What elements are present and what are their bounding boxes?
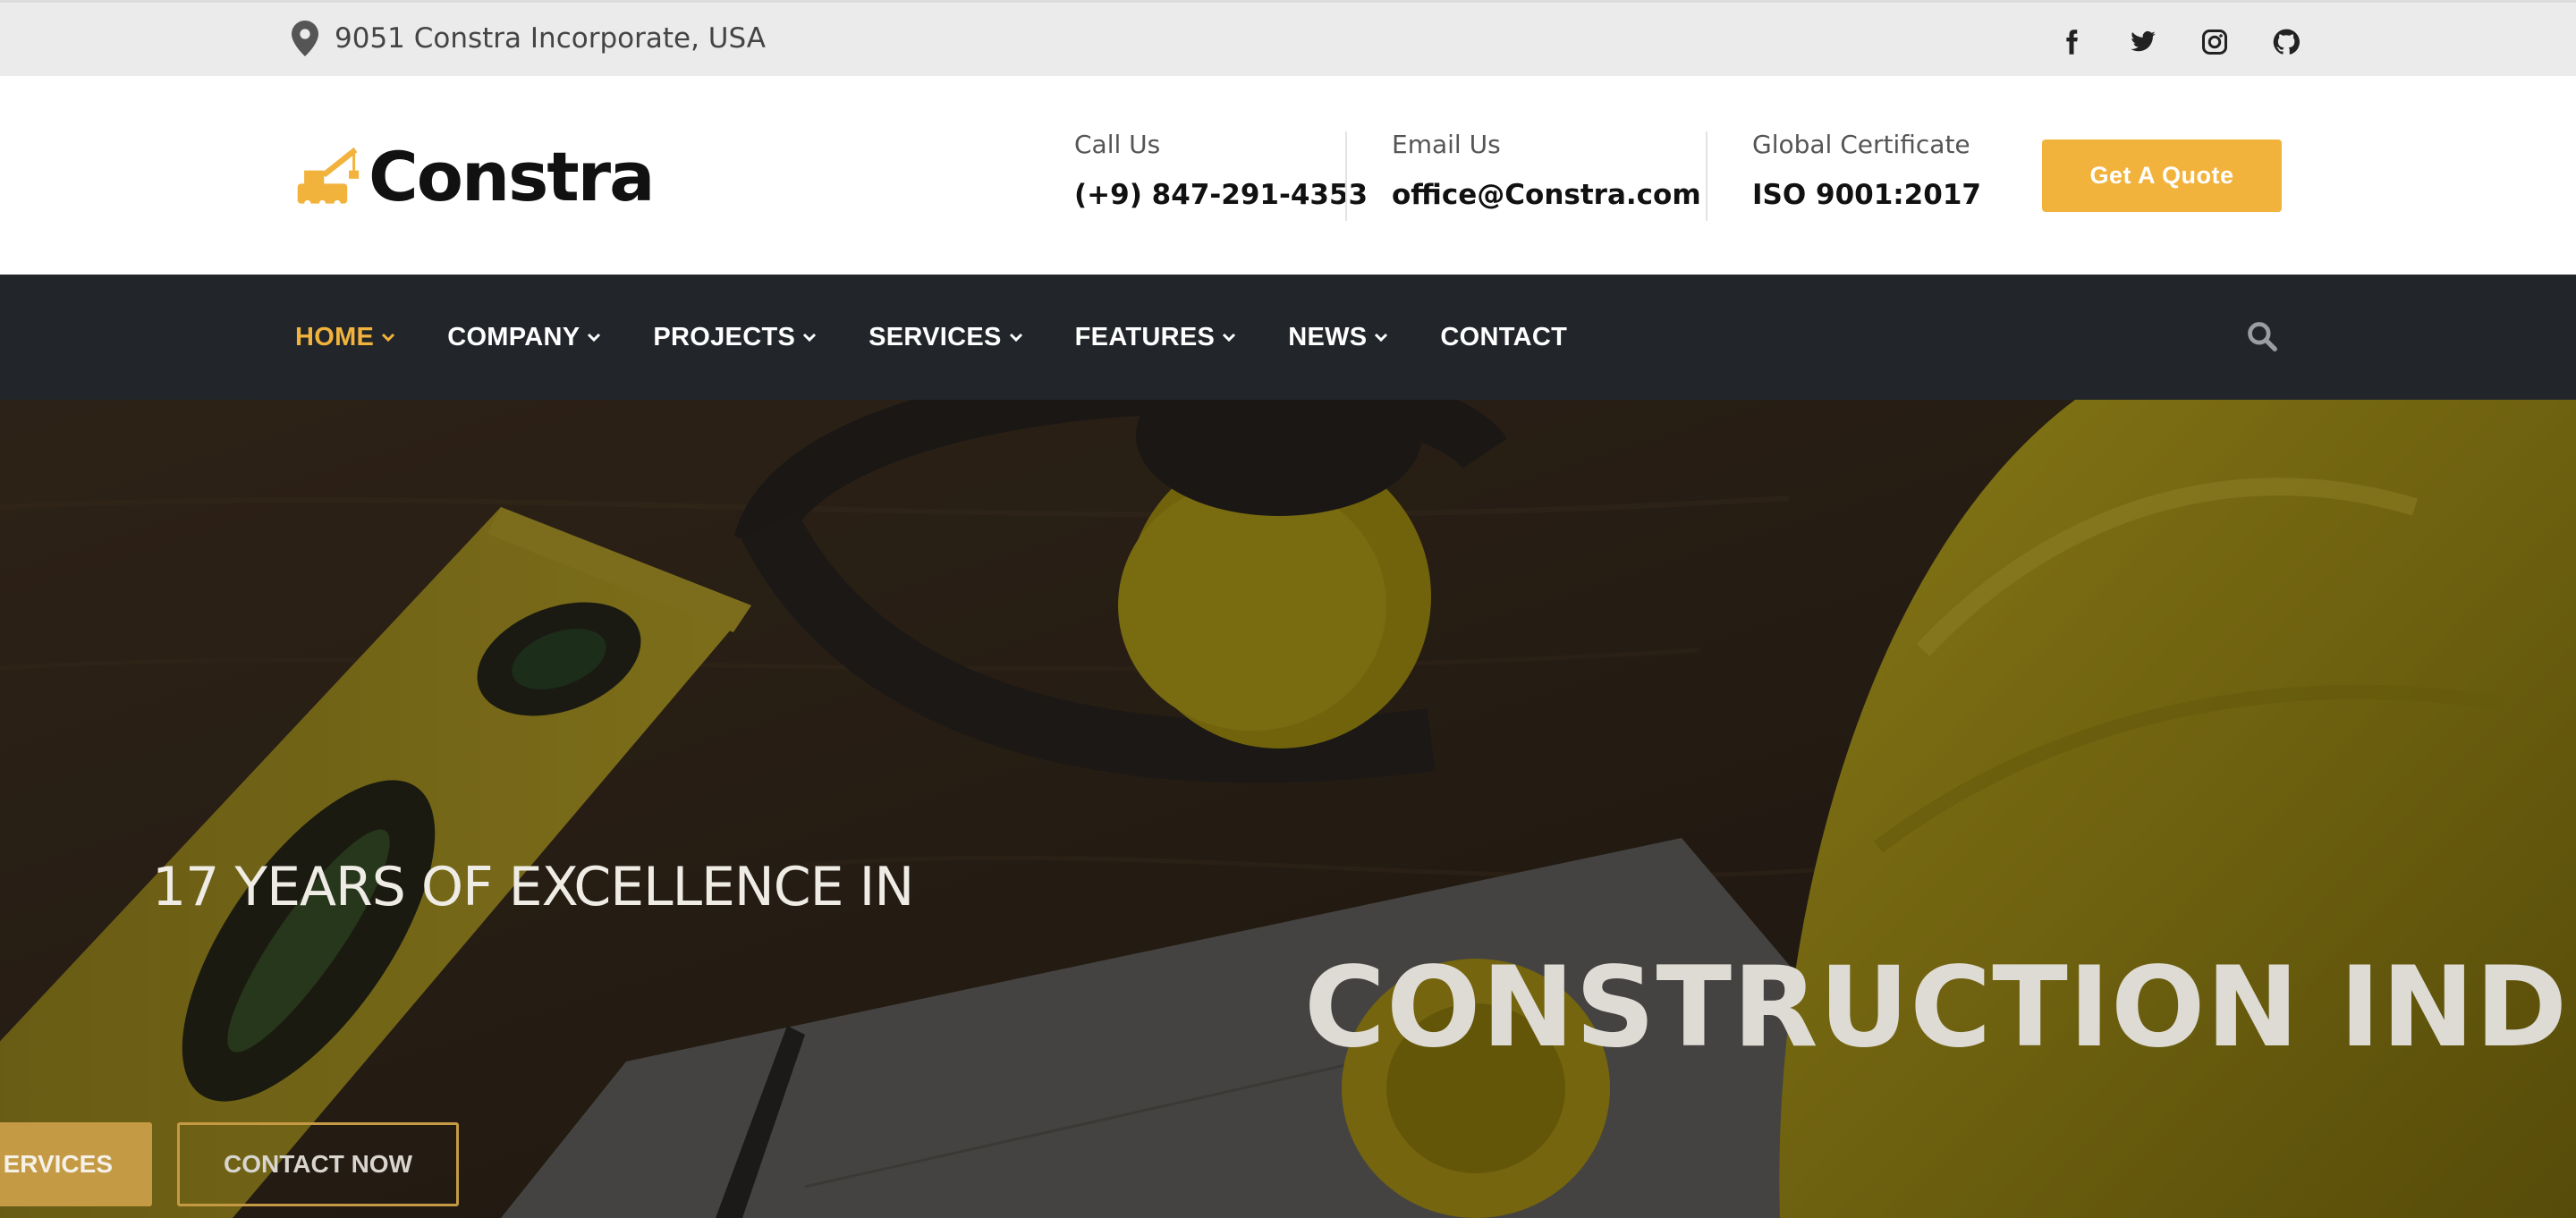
github-link[interactable] (2250, 22, 2322, 62)
site-header: Constra Call Us (+9) 847-291-4353 Email … (0, 76, 2576, 275)
call-us-label: Call Us (1074, 130, 1161, 159)
nav-label: COMPANY (447, 322, 580, 351)
email-us-block: Email Us office@Constra.com (1392, 130, 1701, 219)
our-services-button[interactable]: ERVICES (0, 1122, 152, 1206)
nav-label: FEATURES (1074, 322, 1216, 351)
main-nav: HOME COMPANY PROJECTS SERVICES FEATURES … (0, 275, 2576, 400)
hero-background-image (0, 400, 2576, 1218)
chevron-down-icon (803, 333, 817, 343)
nav-item-services[interactable]: SERVICES (869, 323, 1023, 352)
certificate-block: Global Certificate ISO 9001:2017 (1752, 130, 1981, 219)
instagram-icon (2202, 30, 2227, 55)
site-logo[interactable]: Constra (293, 137, 655, 216)
hero-subtitle: 17 YEARS OF EXCELLENCE IN (152, 856, 914, 918)
logo-text: Constra (369, 137, 655, 216)
chevron-down-icon (1009, 333, 1022, 343)
nav-menu: HOME COMPANY PROJECTS SERVICES FEATURES … (295, 275, 1619, 400)
chevron-down-icon (382, 333, 395, 343)
twitter-icon (2131, 30, 2156, 52)
chevron-down-icon (1223, 333, 1236, 343)
nav-label: CONTACT (1440, 322, 1568, 351)
call-us-phone[interactable]: (+9) 847-291-4353 (1074, 179, 1368, 211)
nav-item-features[interactable]: FEATURES (1075, 323, 1237, 352)
instagram-link[interactable] (2179, 22, 2250, 62)
top-bar: 9051 Constra Incorporate, USA (0, 0, 2576, 76)
hero-title: CONSTRUCTION INDUS (1304, 943, 2576, 1072)
github-icon (2273, 29, 2300, 55)
nav-label: SERVICES (869, 322, 1002, 351)
chevron-down-icon (1375, 333, 1388, 343)
nav-item-contact[interactable]: CONTACT (1440, 323, 1567, 352)
address: 9051 Constra Incorporate, USA (292, 21, 766, 56)
call-us-block: Call Us (+9) 847-291-4353 (1074, 130, 1368, 219)
get-a-quote-button[interactable]: Get A Quote (2042, 140, 2282, 212)
nav-item-home[interactable]: HOME (295, 323, 395, 352)
certificate-value: ISO 9001:2017 (1752, 179, 1981, 211)
crane-logo-icon (297, 147, 360, 207)
chevron-down-icon (588, 333, 601, 343)
twitter-link[interactable] (2107, 22, 2179, 62)
nav-label: HOME (295, 322, 375, 351)
nav-label: NEWS (1288, 322, 1368, 351)
certificate-label: Global Certificate (1752, 130, 1970, 159)
nav-item-company[interactable]: COMPANY (447, 323, 601, 352)
email-us-label: Email Us (1392, 130, 1501, 159)
nav-item-news[interactable]: NEWS (1288, 323, 1388, 352)
hero-slider: 17 YEARS OF EXCELLENCE IN CONSTRUCTION I… (0, 400, 2576, 1218)
divider (1706, 131, 1707, 221)
email-us-address[interactable]: office@Constra.com (1392, 179, 1701, 211)
divider (1345, 131, 1347, 221)
address-text: 9051 Constra Incorporate, USA (335, 22, 766, 55)
map-marker-icon (292, 21, 318, 56)
contact-now-button[interactable]: CONTACT NOW (177, 1122, 459, 1206)
search-icon[interactable] (2245, 319, 2279, 353)
nav-label: PROJECTS (653, 322, 796, 351)
social-links (2036, 22, 2322, 62)
facebook-link[interactable] (2036, 22, 2107, 62)
nav-item-projects[interactable]: PROJECTS (653, 323, 817, 352)
facebook-icon (2066, 30, 2078, 55)
